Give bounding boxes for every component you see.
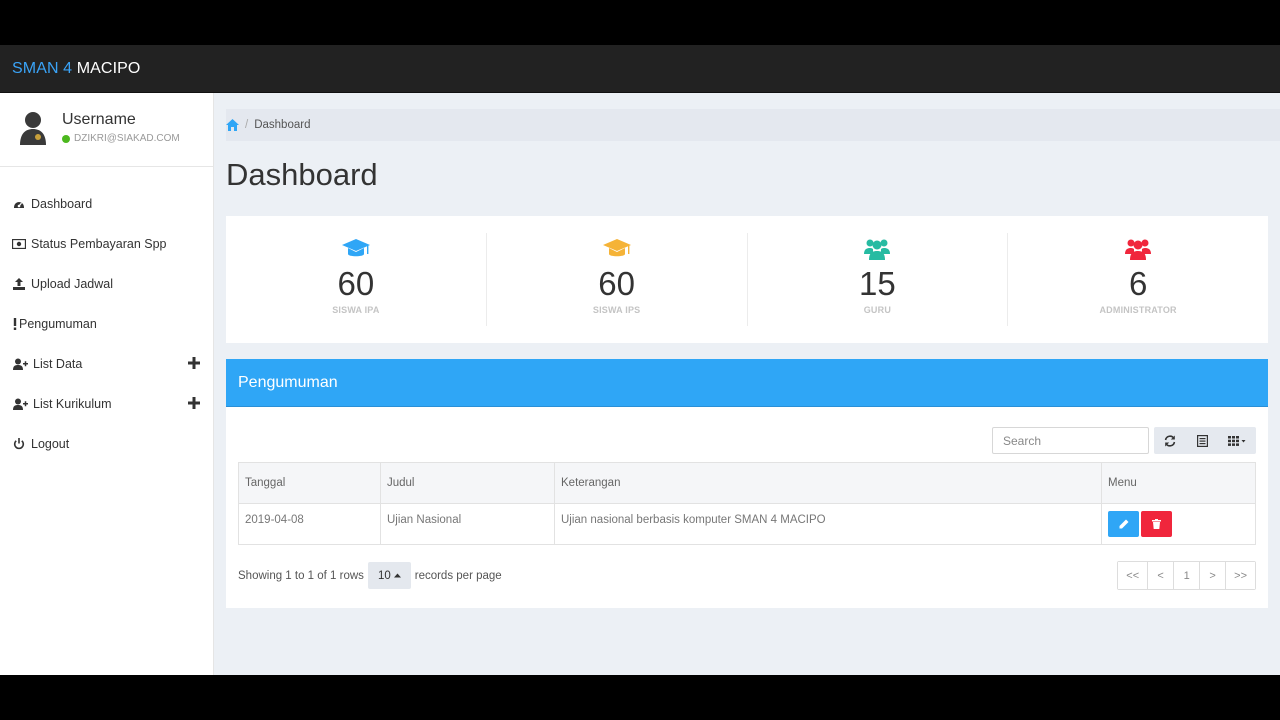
delete-button[interactable] [1141,511,1172,537]
graduation-cap-icon [226,238,486,264]
toggle-view-button[interactable] [1186,427,1218,454]
sidebar-item-pengumuman[interactable]: Pengumuman [0,304,213,344]
column-header-keterangan[interactable]: Keterangan [554,462,1102,504]
breadcrumb: / Dashboard [226,109,1280,141]
stat-value: 60 [598,265,635,302]
sidebar-item-list-data[interactable]: List Data [0,344,213,384]
stat-value: 60 [337,265,375,302]
search-input[interactable] [992,427,1149,454]
announcement-table: Tanggal Judul Keterangan Menu 2019-04-08… [238,462,1256,545]
dashboard-icon [12,197,26,211]
stats-panel: 60 SISWA IPA 60 SISWA IPS 15 GURU 6 ADMI… [226,216,1268,343]
users-icon [1008,238,1268,264]
column-header-menu: Menu [1101,462,1256,504]
sidebar-item-label: Status Pembayaran Spp [31,237,167,251]
stat-siswa-ips: 60 SISWA IPS [487,233,748,326]
first-page-button[interactable]: << [1118,562,1149,589]
avatar [20,112,46,145]
sidebar: Username DZIKRI@SIAKAD.COM Dashboard Sta… [0,93,214,675]
home-icon[interactable] [226,118,239,132]
expand-plus-icon[interactable] [187,396,201,410]
user-plus-icon [12,397,28,411]
sidebar-item-label: Dashboard [31,197,93,211]
records-per-page-label: records per page [414,569,502,582]
brand-logo[interactable]: SMAN 4 MACIPO [12,60,140,78]
stat-siswa-ipa: 60 SISWA IPA [226,233,487,326]
users-icon [748,238,1008,264]
brand-text-secondary: MACIPO [76,59,141,77]
brand-text-primary: SMAN 4 [12,59,77,77]
page-1-button[interactable]: 1 [1174,562,1201,589]
sidebar-item-logout[interactable]: Logout [0,424,213,464]
sidebar-menu: Dashboard Status Pembayaran Spp Upload J… [0,184,213,464]
stat-label: SISWA IPA [332,305,380,315]
refresh-icon [1164,434,1176,447]
breadcrumb-separator: / [245,119,249,131]
column-header-tanggal[interactable]: Tanggal [238,462,381,504]
table-toolbar [992,427,1256,454]
edit-button[interactable] [1108,511,1139,537]
exclamation-icon [12,317,18,331]
online-status-icon [62,134,70,143]
username: Username [62,111,136,128]
stat-administrator: 6 ADMINISTRATOR [1008,233,1268,326]
columns-dropdown-button[interactable] [1218,427,1256,454]
expand-plus-icon[interactable] [187,356,201,370]
column-header-judul[interactable]: Judul [380,462,555,504]
page-size-dropdown[interactable]: 10 [367,562,411,589]
trash-icon [1152,519,1161,529]
grid-icon [1228,435,1246,446]
stat-guru: 15 GURU [748,233,1009,326]
money-icon [12,237,26,251]
table-row: 2019-04-08 Ujian Nasional Ujian nasional… [238,503,1256,545]
next-page-button[interactable]: > [1200,562,1227,589]
user-panel: Username DZIKRI@SIAKAD.COM [0,93,213,167]
app-screen: SMAN 4 MACIPO Username DZIKRI@SIAKAD.COM… [0,45,1280,675]
pencil-icon [1119,519,1128,529]
pagination: << < 1 > >> [1117,561,1256,590]
sidebar-item-upload-jadwal[interactable]: Upload Jadwal [0,264,213,304]
sidebar-item-label: Pengumuman [19,317,97,331]
power-icon [12,437,26,451]
table-tools [1154,427,1256,454]
graduation-cap-icon [487,238,747,264]
sidebar-item-label: Logout [31,437,70,451]
sidebar-item-label: List Kurikulum [33,397,112,411]
sidebar-item-status-pembayaran[interactable]: Status Pembayaran Spp [0,224,213,264]
stat-value: 15 [859,265,896,302]
top-navbar: SMAN 4 MACIPO [0,45,1280,93]
user-status: DZIKRI@SIAKAD.COM [62,133,180,144]
breadcrumb-current: Dashboard [254,119,311,131]
user-email: DZIKRI@SIAKAD.COM [74,133,180,144]
cell-keterangan: Ujian nasional berbasis komputer SMAN 4 … [554,503,1102,545]
announcement-panel: Pengumuman Ta [226,359,1268,608]
cell-menu [1101,503,1256,545]
page-size-value: 10 [377,569,391,582]
cell-tanggal: 2019-04-08 [238,503,381,545]
upload-icon [12,277,26,291]
announcement-panel-title: Pengumuman [226,359,1268,407]
stat-label: SISWA IPS [592,305,641,315]
cell-judul: Ujian Nasional [380,503,555,545]
sidebar-item-dashboard[interactable]: Dashboard [0,184,213,224]
prev-page-button[interactable]: < [1148,562,1175,589]
caret-up-icon [393,573,401,578]
table-footer: Showing 1 to 1 of 1 rows 10 records per … [238,561,1256,590]
pagination-info: Showing 1 to 1 of 1 rows [238,569,364,582]
stat-label: GURU [863,305,892,315]
page-title: Dashboard [226,157,378,192]
table-header-row: Tanggal Judul Keterangan Menu [238,462,1256,504]
sidebar-item-label: Upload Jadwal [31,277,113,291]
stat-value: 6 [1128,265,1148,302]
refresh-button[interactable] [1154,427,1186,454]
sidebar-item-label: List Data [33,357,83,371]
user-plus-icon [12,357,28,371]
list-view-icon [1196,434,1208,447]
last-page-button[interactable]: >> [1226,562,1255,589]
stat-label: ADMINISTRATOR [1099,305,1177,315]
sidebar-item-list-kurikulum[interactable]: List Kurikulum [0,384,213,424]
